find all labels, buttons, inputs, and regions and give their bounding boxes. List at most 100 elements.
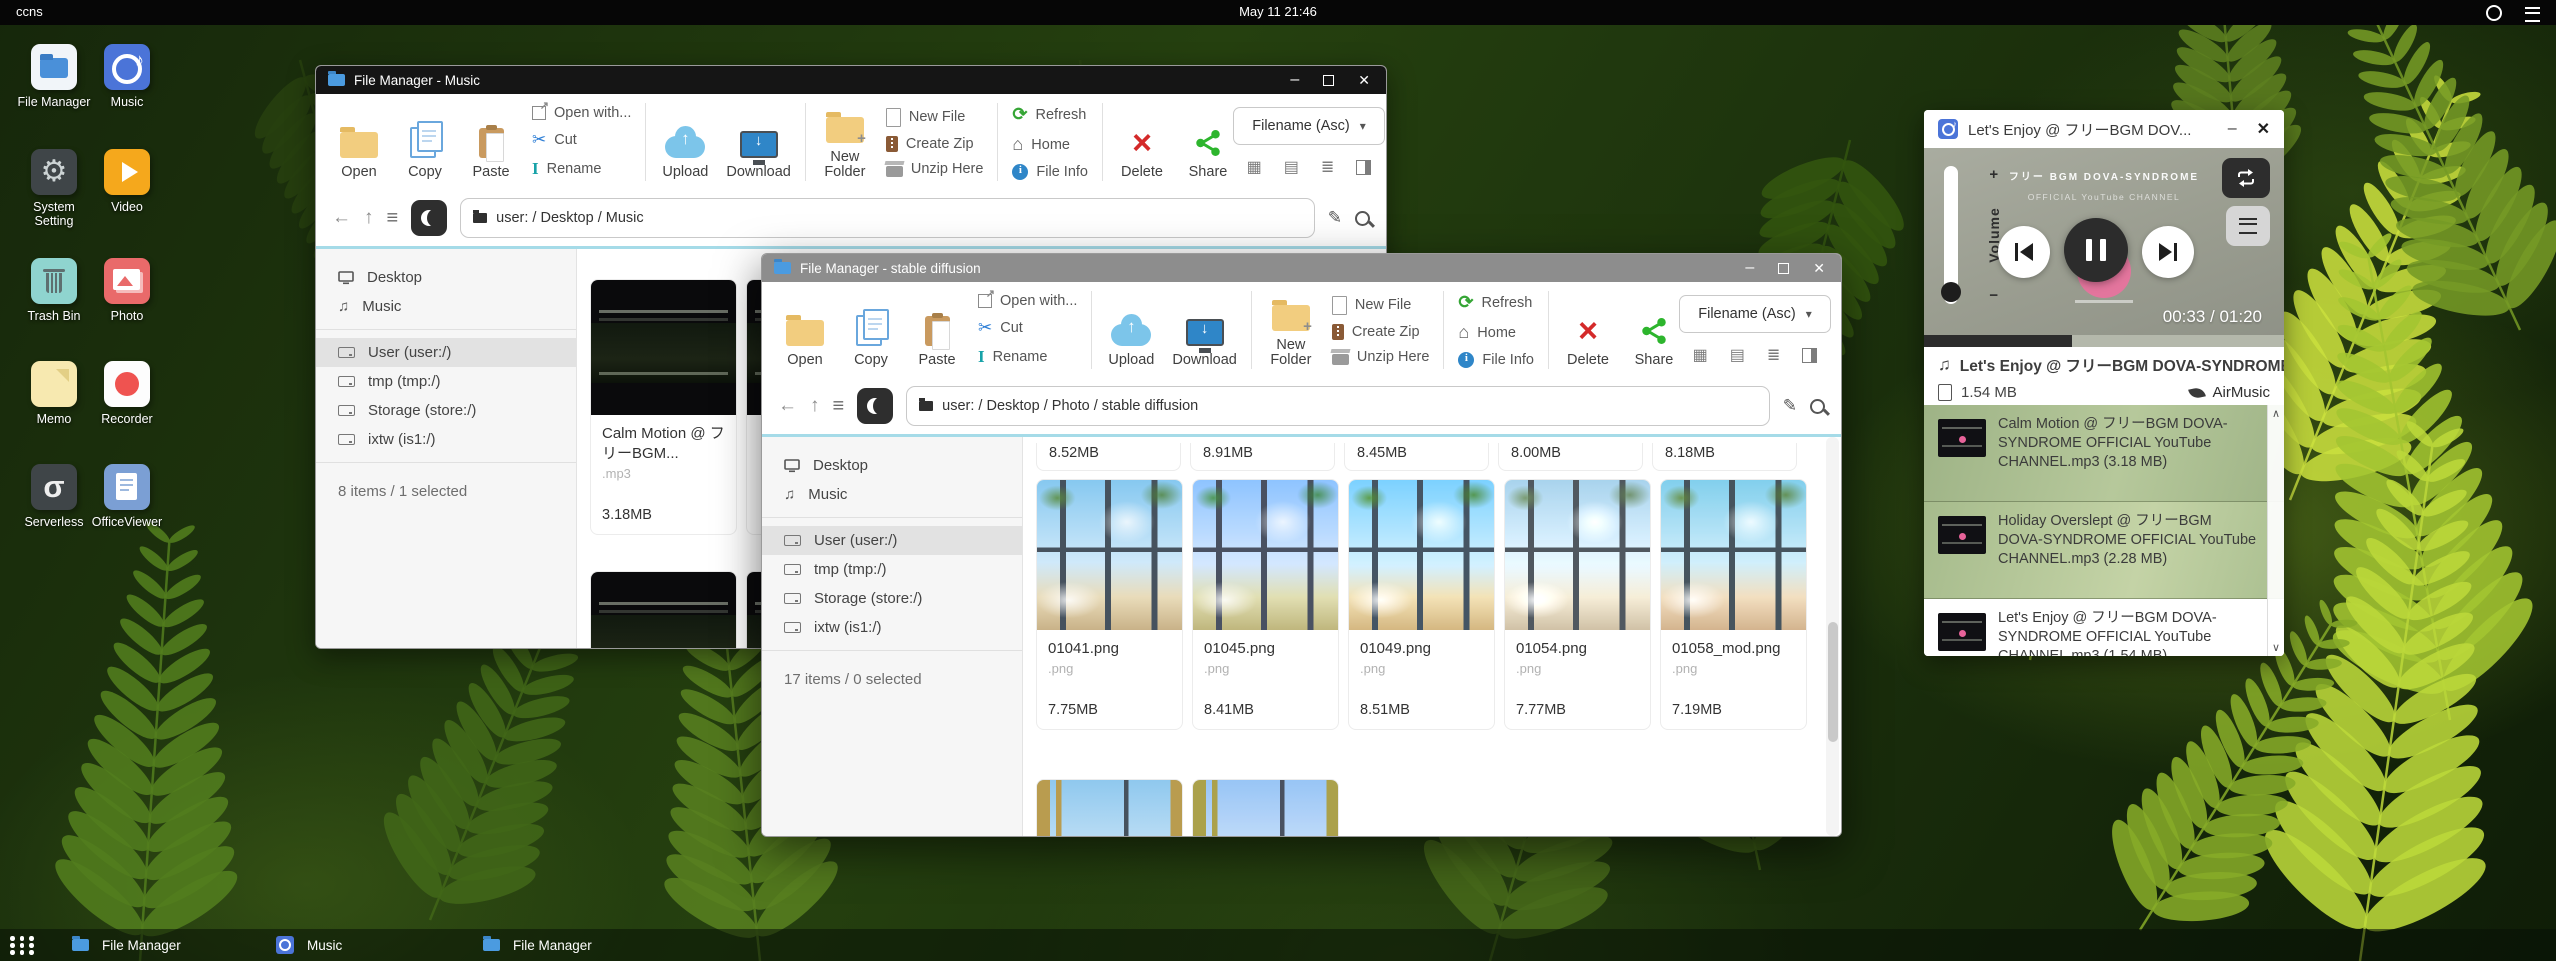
upload-button[interactable]: Upload bbox=[660, 104, 710, 180]
volume-slider[interactable] bbox=[1944, 166, 1958, 304]
dark-mode-button[interactable] bbox=[857, 388, 893, 424]
dark-mode-button[interactable] bbox=[411, 200, 447, 236]
maximize-button[interactable] bbox=[1778, 263, 1789, 274]
desktop-icon-file-manager[interactable]: File Manager bbox=[17, 44, 91, 109]
rename-button[interactable]: Rename bbox=[532, 159, 631, 179]
desktop-icon-serverless[interactable]: Serverless bbox=[17, 464, 91, 529]
next-track-button[interactable] bbox=[2142, 226, 2194, 278]
upload-button[interactable]: Upload bbox=[1106, 292, 1156, 368]
home-button[interactable]: Home bbox=[1458, 322, 1534, 343]
file-info-button[interactable]: File Info bbox=[1458, 352, 1534, 368]
copy-button[interactable]: Copy bbox=[400, 104, 450, 180]
scroll-down-icon[interactable] bbox=[2268, 641, 2284, 654]
delete-button[interactable]: Delete bbox=[1117, 104, 1167, 180]
sidebar-item-storage-drive[interactable]: Storage (store:/) bbox=[762, 584, 1022, 613]
new-folder-button[interactable]: New Folder bbox=[820, 104, 870, 180]
open-with-button[interactable]: Open with... bbox=[532, 105, 631, 121]
cut-button[interactable]: Cut bbox=[532, 130, 631, 150]
taskbar-item-file-manager-2[interactable]: File Manager bbox=[473, 929, 602, 961]
view-column-icon[interactable] bbox=[1356, 160, 1371, 175]
title-bar[interactable]: File Manager - stable diffusion bbox=[762, 254, 1841, 282]
unzip-here-button[interactable]: Unzip Here bbox=[886, 161, 984, 177]
minimize-button[interactable] bbox=[1745, 259, 1754, 277]
menu-icon[interactable] bbox=[2525, 7, 2540, 22]
copy-button[interactable]: Copy bbox=[846, 292, 896, 368]
view-list-icon[interactable] bbox=[1284, 157, 1299, 177]
back-icon[interactable] bbox=[778, 395, 797, 417]
minimize-button[interactable] bbox=[2228, 120, 2237, 138]
minimize-button[interactable] bbox=[1290, 71, 1299, 89]
download-button[interactable]: Download bbox=[1172, 292, 1237, 368]
rename-button[interactable]: Rename bbox=[978, 347, 1077, 367]
file-card-partial[interactable]: 8.52MB bbox=[1036, 443, 1181, 471]
unzip-here-button[interactable]: Unzip Here bbox=[1332, 349, 1430, 365]
sidebar-item-music[interactable]: Music bbox=[762, 480, 1022, 509]
breadcrumb[interactable]: user: / Desktop / Music bbox=[460, 198, 1315, 238]
sidebar-item-ixtw-drive[interactable]: ixtw (is1:/) bbox=[316, 425, 576, 454]
desktop-icon-photo[interactable]: Photo bbox=[90, 258, 164, 323]
refresh-button[interactable]: Refresh bbox=[1458, 292, 1534, 313]
file-card-01045[interactable]: 01045.png .png 8.41MB bbox=[1192, 479, 1339, 730]
file-card-calm-motion[interactable]: Calm Motion @ フリーBGM... .mp3 3.18MB bbox=[590, 279, 737, 535]
desktop-icon-memo[interactable]: Memo bbox=[17, 361, 91, 426]
previous-track-button[interactable] bbox=[1998, 226, 2050, 278]
desktop-icon-music[interactable]: Music bbox=[90, 44, 164, 109]
view-detail-icon[interactable] bbox=[1321, 157, 1334, 177]
playlist-item[interactable]: Calm Motion @ フリーBGM DOVA-SYNDROME OFFIC… bbox=[1924, 405, 2284, 502]
breadcrumb[interactable]: user: / Desktop / Photo / stable diffusi… bbox=[906, 386, 1770, 426]
file-card-partial[interactable]: 8.18MB bbox=[1652, 443, 1797, 471]
home-button[interactable]: Home bbox=[1012, 134, 1088, 155]
up-icon[interactable] bbox=[364, 207, 374, 229]
new-folder-button[interactable]: New Folder bbox=[1266, 292, 1316, 368]
file-card-partial[interactable]: 8.00MB bbox=[1498, 443, 1643, 471]
file-card[interactable] bbox=[590, 571, 737, 648]
volume-slider-thumb[interactable] bbox=[1941, 282, 1961, 302]
file-info-button[interactable]: File Info bbox=[1012, 164, 1088, 180]
create-zip-button[interactable]: Create Zip bbox=[1332, 324, 1430, 340]
repeat-button[interactable] bbox=[2222, 158, 2270, 198]
file-card-01058-mod[interactable]: 01058_mod.png .png 7.19MB bbox=[1660, 479, 1807, 730]
sidebar-item-tmp-drive[interactable]: tmp (tmp:/) bbox=[762, 555, 1022, 584]
file-card-01049[interactable]: 01049.png .png 8.51MB bbox=[1348, 479, 1495, 730]
file-card-01041[interactable]: 01041.png .png 7.75MB bbox=[1036, 479, 1183, 730]
playlist-item[interactable]: Holiday Overslept @ フリーBGM DOVA-SYNDROME… bbox=[1924, 502, 2284, 599]
file-card-01054[interactable]: 01054.png .png 7.77MB bbox=[1504, 479, 1651, 730]
new-file-button[interactable]: New File bbox=[886, 108, 984, 127]
share-button[interactable]: Share bbox=[1183, 104, 1233, 180]
hamburger-icon[interactable] bbox=[387, 207, 399, 230]
desktop-icon-trash-bin[interactable]: Trash Bin bbox=[17, 258, 91, 323]
sort-dropdown[interactable]: Filename (Asc) bbox=[1233, 107, 1385, 145]
pause-button[interactable] bbox=[2064, 218, 2128, 282]
file-card[interactable] bbox=[1036, 779, 1183, 836]
title-bar[interactable]: File Manager - Music bbox=[316, 66, 1386, 94]
view-column-icon[interactable] bbox=[1802, 348, 1817, 363]
desktop-icon-system-setting[interactable]: System Setting bbox=[17, 149, 91, 229]
scroll-up-icon[interactable] bbox=[2268, 407, 2284, 420]
desktop-icon-video[interactable]: Video bbox=[90, 149, 164, 214]
create-zip-button[interactable]: Create Zip bbox=[886, 136, 984, 152]
close-button[interactable] bbox=[2257, 119, 2270, 139]
hamburger-icon[interactable] bbox=[833, 395, 845, 418]
close-button[interactable] bbox=[1813, 260, 1825, 277]
playlist-button[interactable] bbox=[2226, 206, 2270, 246]
back-icon[interactable] bbox=[332, 207, 351, 229]
close-button[interactable] bbox=[1358, 72, 1370, 89]
taskbar-item-music[interactable]: Music bbox=[266, 929, 352, 961]
sidebar-item-tmp-drive[interactable]: tmp (tmp:/) bbox=[316, 367, 576, 396]
sidebar-item-music[interactable]: Music bbox=[316, 292, 576, 321]
player-title-bar[interactable]: Let's Enjoy @ フリーBGM DOV... bbox=[1924, 110, 2284, 149]
refresh-button[interactable]: Refresh bbox=[1012, 104, 1088, 125]
open-button[interactable]: Open bbox=[334, 104, 384, 180]
scrollbar[interactable] bbox=[1826, 437, 1839, 836]
desktop-icon-recorder[interactable]: Recorder bbox=[90, 361, 164, 426]
maximize-button[interactable] bbox=[1323, 75, 1334, 86]
view-grid-icon[interactable] bbox=[1247, 157, 1262, 177]
download-button[interactable]: Download bbox=[726, 104, 791, 180]
view-list-icon[interactable] bbox=[1730, 345, 1745, 365]
delete-button[interactable]: Delete bbox=[1563, 292, 1613, 368]
desktop-icon-officeviewer[interactable]: OfficeViewer bbox=[90, 464, 164, 529]
sidebar-item-user-drive[interactable]: User (user:/) bbox=[316, 338, 576, 367]
sidebar-item-ixtw-drive[interactable]: ixtw (is1:/) bbox=[762, 613, 1022, 642]
view-detail-icon[interactable] bbox=[1767, 345, 1780, 365]
search-icon[interactable] bbox=[1810, 399, 1825, 414]
